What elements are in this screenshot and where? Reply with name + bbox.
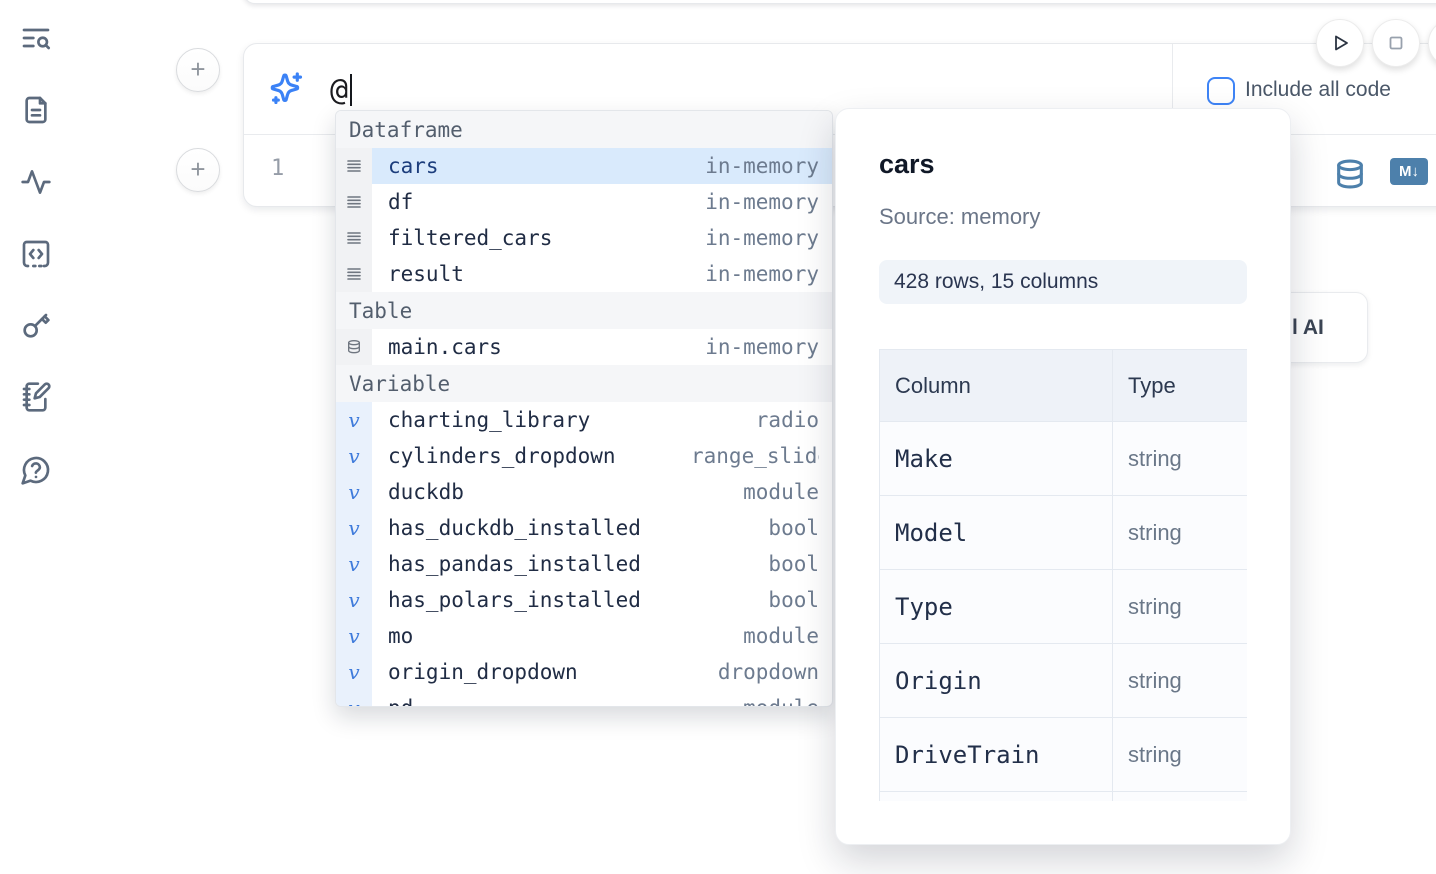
add-cell-button-top[interactable]: + xyxy=(176,48,220,92)
schema-row: DriveTrain string xyxy=(880,718,1248,792)
variable-icon: v xyxy=(336,474,372,510)
autocomplete-item-filtered-cars[interactable]: filtered_carsin-memory xyxy=(336,220,832,256)
dataframe-icon xyxy=(336,148,372,184)
code-square-icon[interactable] xyxy=(20,238,52,270)
ai-prompt-input[interactable]: @ xyxy=(330,68,352,112)
line-number: 1 xyxy=(271,156,284,181)
markdown-export-icon[interactable]: M↓ xyxy=(1390,158,1428,185)
autocomplete-item-pd[interactable]: v pdmodule xyxy=(336,690,832,707)
variable-icon: v xyxy=(336,402,372,438)
notebook-pen-icon[interactable] xyxy=(20,381,52,413)
type-header: Type xyxy=(1113,350,1248,422)
variable-icon: v xyxy=(336,654,372,690)
variable-icon: v xyxy=(336,438,372,474)
notebook-canvas: + + @ Include all code 1 M↓ l AI Datafra… xyxy=(0,0,1436,874)
autocomplete-item-result[interactable]: resultin-memory xyxy=(336,256,832,292)
include-all-code-checkbox[interactable] xyxy=(1207,77,1235,105)
schema-row: Make string xyxy=(880,422,1248,496)
autocomplete-item-origin-dropdown[interactable]: v origin_dropdowndropdown xyxy=(336,654,832,690)
dataframe-preview-panel: cars Source: memory 428 rows, 15 columns… xyxy=(835,108,1291,845)
autocomplete-item-has-duckdb-installed[interactable]: v has_duckdb_installedbool xyxy=(336,510,832,546)
text-caret xyxy=(350,74,352,106)
autocomplete-item-has-polars-installed[interactable]: v has_polars_installedbool xyxy=(336,582,832,618)
text-search-icon[interactable] xyxy=(20,22,52,54)
activity-icon[interactable] xyxy=(20,166,52,198)
variable-icon: v xyxy=(336,582,372,618)
dataframe-icon xyxy=(336,256,372,292)
shape-badge: 428 rows, 15 columns xyxy=(879,260,1247,304)
autocomplete-item-main-cars[interactable]: main.carsin-memory xyxy=(336,329,832,365)
autocomplete-item-has-pandas-installed[interactable]: v has_pandas_installedbool xyxy=(336,546,832,582)
autocomplete-section-dataframe: Dataframe xyxy=(336,111,832,148)
stop-button[interactable] xyxy=(1372,19,1420,67)
column-header: Column xyxy=(880,350,1113,422)
schema-row: Origin string xyxy=(880,644,1248,718)
autocomplete-section-table: Table xyxy=(336,292,832,329)
schema-table: Column Type Make string Model string Typ… xyxy=(879,349,1247,801)
schema-header-row: Column Type xyxy=(880,350,1248,422)
table-icon xyxy=(336,329,372,365)
autocomplete-item-cylinders-dropdown[interactable]: v cylinders_dropdownrange_slider xyxy=(336,438,832,474)
schema-row: Model string xyxy=(880,496,1248,570)
autocomplete-item-cars[interactable]: carsin-memory xyxy=(336,148,832,184)
run-cell-button[interactable] xyxy=(1316,19,1364,67)
schema-row: Type string xyxy=(880,570,1248,644)
file-text-icon[interactable] xyxy=(20,94,52,126)
dataframe-icon xyxy=(336,184,372,220)
database-icon[interactable] xyxy=(1334,158,1366,190)
autocomplete-item-df[interactable]: dfin-memory xyxy=(336,184,832,220)
autocomplete-popup: Dataframe carsin-memory dfin-memory filt… xyxy=(335,110,833,707)
autocomplete-item-mo[interactable]: v momodule xyxy=(336,618,832,654)
variable-icon: v xyxy=(336,546,372,582)
autocomplete-item-charting-library[interactable]: v charting_libraryradio xyxy=(336,402,832,438)
help-chat-icon[interactable] xyxy=(20,454,52,486)
autocomplete-item-duckdb[interactable]: v duckdbmodule xyxy=(336,474,832,510)
sparkles-icon xyxy=(268,70,306,108)
variable-icon: v xyxy=(336,510,372,546)
previous-cell xyxy=(243,0,1436,4)
key-icon[interactable] xyxy=(20,309,52,341)
autocomplete-section-variable: Variable xyxy=(336,365,832,402)
panel-source: Source: memory xyxy=(879,204,1040,230)
variable-icon: v xyxy=(336,690,372,707)
dataframe-icon xyxy=(336,220,372,256)
panel-title: cars xyxy=(879,149,935,180)
variable-icon: v xyxy=(336,618,372,654)
schema-row-partial xyxy=(880,792,1248,802)
schema-table-wrapper: Column Type Make string Model string Typ… xyxy=(879,349,1247,801)
add-cell-button-bottom[interactable]: + xyxy=(176,148,220,192)
